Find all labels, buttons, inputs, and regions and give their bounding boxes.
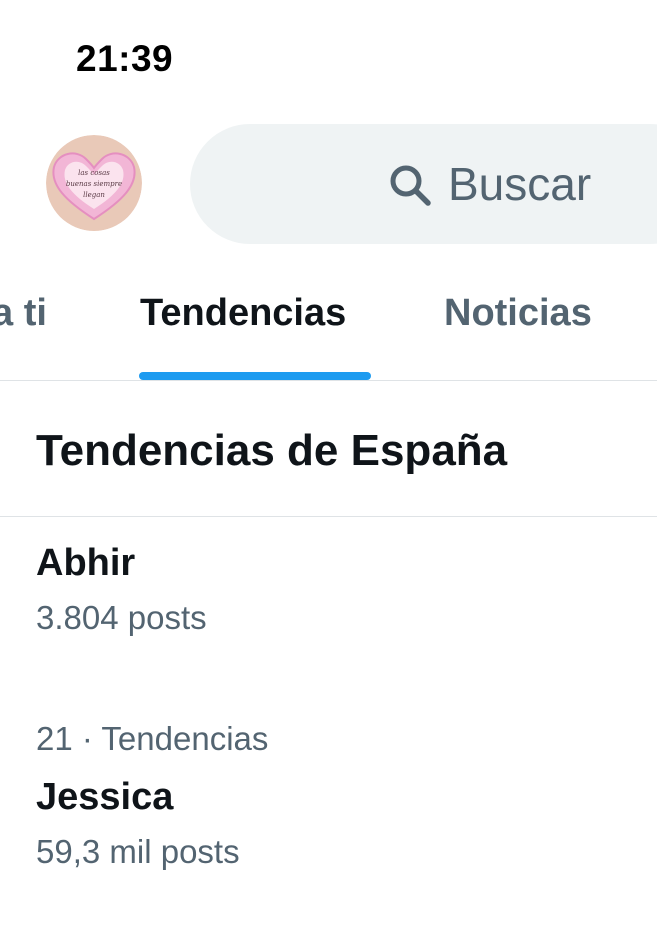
- trend-name: Abhir: [36, 542, 136, 584]
- avatar-text-line-3: llegan: [83, 191, 105, 199]
- trend-item[interactable]: 21 · Tendencias Jessica 59,3 mil posts: [36, 718, 636, 876]
- divider: [0, 516, 657, 517]
- section-title: Tendencias de España: [36, 426, 508, 475]
- tab-for-you[interactable]: a ti: [0, 292, 47, 335]
- trend-post-count: 3.804 posts: [36, 599, 207, 636]
- tab-news[interactable]: Noticias: [444, 292, 592, 335]
- search-icon: [390, 165, 431, 206]
- trend-rank-category: 21 · Tendencias: [36, 720, 269, 757]
- status-bar-time: 21:39: [76, 38, 174, 79]
- trend-name: Jessica: [36, 776, 174, 818]
- search-placeholder: Buscar: [448, 158, 592, 210]
- avatar-text-line-2: buenas siempre: [66, 180, 122, 188]
- explore-screen: 21:39 las cosas buenas siempre llegan Bu…: [0, 0, 657, 929]
- trend-post-count: 59,3 mil posts: [36, 833, 240, 870]
- trend-item[interactable]: Abhir 3.804 posts: [36, 538, 636, 642]
- tab-bar: a ti Tendencias Noticias: [0, 288, 657, 382]
- avatar-text-line-1: las cosas: [78, 169, 110, 177]
- avatar-image: las cosas buenas siempre llegan: [46, 135, 142, 231]
- active-tab-indicator: [139, 372, 371, 380]
- divider: [0, 380, 657, 381]
- avatar[interactable]: las cosas buenas siempre llegan: [46, 135, 142, 231]
- tab-trending[interactable]: Tendencias: [140, 292, 346, 335]
